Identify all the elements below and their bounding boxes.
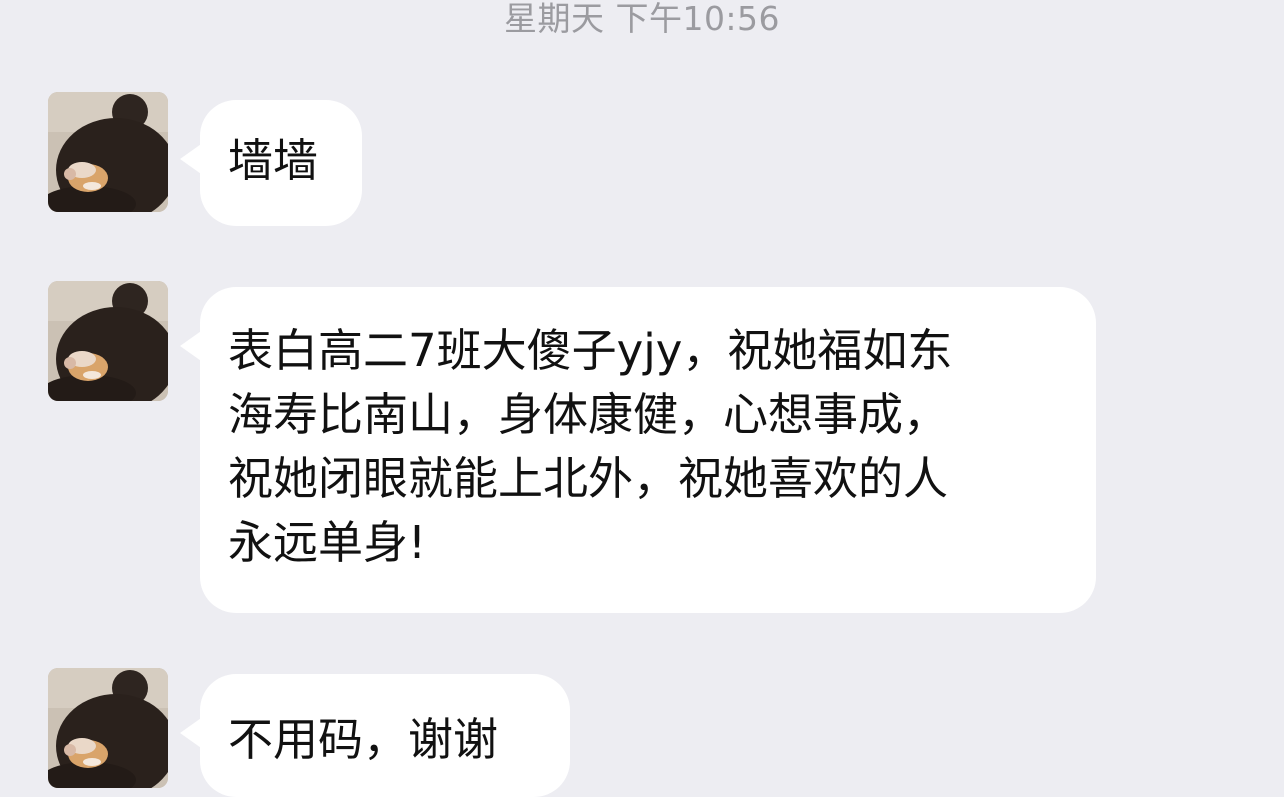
bear-with-dog-avatar-icon: [48, 92, 168, 212]
timestamp: 星期天 下午10:56: [503, 0, 781, 38]
message-text: 不用码，谢谢: [228, 713, 499, 766]
avatar[interactable]: [48, 668, 168, 788]
bear-with-dog-avatar-icon: [48, 281, 168, 401]
avatar[interactable]: [48, 92, 168, 212]
message-text: 墙墙: [228, 134, 319, 187]
message-bubble[interactable]: 不用码，谢谢: [180, 674, 570, 797]
bear-with-dog-avatar-icon: [48, 668, 168, 788]
message-text: 表白高二7班大傻子yjy，祝她福如东 海寿比南山，身体康健，心想事成， 祝她闭眼…: [228, 324, 953, 569]
message-bubble[interactable]: 表白高二7班大傻子yjy，祝她福如东 海寿比南山，身体康健，心想事成， 祝她闭眼…: [180, 287, 1096, 613]
avatar[interactable]: [48, 281, 168, 401]
chat-view[interactable]: 星期天 下午10:56 墙墙 表白高二7班大傻子yjy，祝她福如东 海寿比南山，…: [0, 0, 1284, 797]
message-bubble[interactable]: 墙墙: [180, 100, 362, 226]
